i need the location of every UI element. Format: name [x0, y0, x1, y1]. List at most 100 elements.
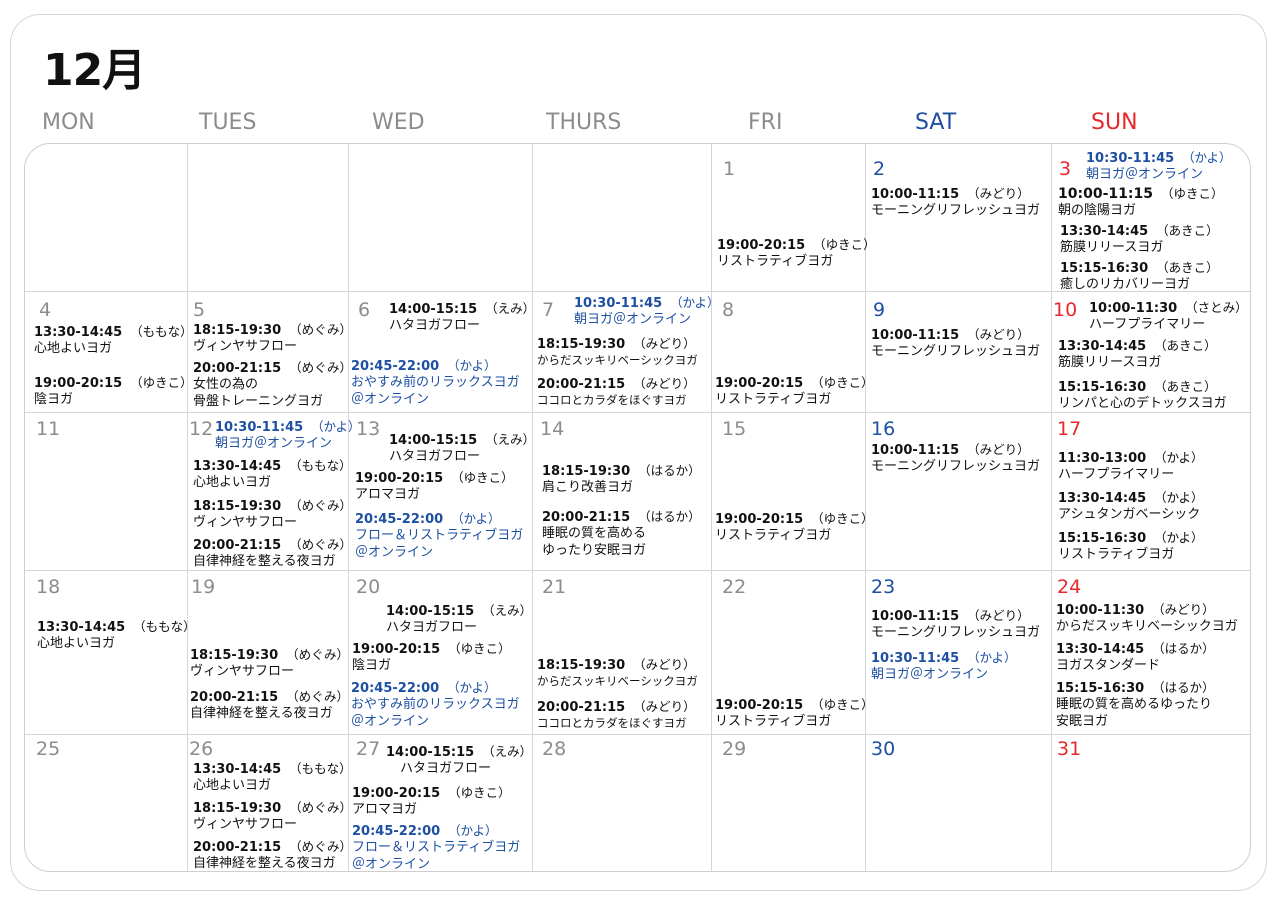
class-time: 18:15-19:30	[190, 648, 279, 663]
class-entry[interactable]: 20:00-21:15 （めぐみ） 自律神経を整える夜ヨガ	[190, 686, 349, 722]
class-time: 20:00-21:15	[193, 538, 282, 553]
class-instructor: （あきこ）	[1154, 338, 1217, 353]
class-time: 20:00-21:15	[193, 840, 282, 855]
class-name: アロマヨガ	[352, 802, 418, 817]
class-name: ヴィンヤサフロー	[193, 339, 298, 354]
class-time: 19:00-20:15	[34, 376, 123, 391]
class-entry[interactable]: 20:45-22:00 （かよ） フロー＆リストラティブヨガ ＠オンライン	[352, 820, 520, 872]
class-entry[interactable]: 18:15-19:30 （みどり） からだスッキリベーシックヨガ	[537, 654, 698, 690]
class-time: 15:15-16:30	[1058, 531, 1147, 546]
class-entry[interactable]: 13:30-14:45 （ももな） 心地よいヨガ	[37, 616, 196, 652]
class-time: 20:00-21:15	[542, 510, 631, 525]
class-name-line2: ＠オンライン	[352, 857, 431, 872]
class-entry[interactable]: 13:30-14:45 （ももな） 心地よいヨガ	[193, 455, 352, 491]
class-name: 女性の為の	[193, 377, 259, 392]
class-name: フロー＆リストラティブヨガ	[355, 528, 524, 543]
class-entry[interactable]: 20:00-21:15 （みどり） ココロとカラダをほぐすヨガ	[537, 696, 696, 732]
class-entry[interactable]: 13:30-14:45 （かよ） アシュタンガベーシック	[1058, 487, 1204, 523]
class-entry[interactable]: 10:00-11:30 （さとみ） ハーフプライマリー	[1089, 297, 1248, 333]
class-instructor: （かよ）	[967, 650, 1017, 665]
class-entry[interactable]: 10:30-11:45 （かよ） 朝ヨガ＠オンライン	[574, 292, 720, 328]
class-instructor: （かよ）	[1154, 490, 1204, 505]
class-entry[interactable]: 19:00-20:15 （ゆきこ） リストラティブヨガ	[715, 694, 874, 730]
class-entry[interactable]: 18:15-19:30 （めぐみ） ヴィンヤサフロー	[190, 644, 349, 680]
class-time: 14:00-15:15	[386, 604, 475, 619]
class-entry[interactable]: 10:00-11:15 （みどり） モーニングリフレッシュヨガ	[871, 439, 1040, 475]
class-name: アロマヨガ	[355, 487, 421, 502]
class-entry[interactable]: 20:45-22:00 （かよ） おやすみ前のリラックスヨガ ＠オンライン	[351, 355, 520, 408]
day-number: 12	[189, 418, 214, 440]
class-entry[interactable]: 20:45-22:00 （かよ） おやすみ前のリラックスヨガ ＠オンライン	[351, 677, 520, 730]
class-entry[interactable]: 15:15-16:30 （はるか） 睡眠の質を高めるゆったり 安眠ヨガ	[1056, 677, 1215, 730]
class-entry[interactable]: 20:00-21:15 （はるか） 睡眠の質を高める ゆったり安眠ヨガ	[542, 506, 701, 559]
day-number: 23	[871, 576, 896, 598]
class-instructor: （えみ）	[482, 603, 533, 618]
class-entry[interactable]: 13:30-14:45 （あきこ） 筋膜リリースヨガ	[1058, 335, 1217, 371]
class-name: リストラティブヨガ	[717, 254, 834, 269]
class-entry[interactable]: 18:15-19:30 （めぐみ） ヴィンヤサフロー	[193, 319, 352, 355]
class-entry[interactable]: 14:00-15:15 （えみ） ハタヨガフロー	[386, 600, 532, 636]
month-title: 12月	[43, 45, 146, 96]
class-name: ハタヨガフロー	[400, 761, 492, 776]
class-entry[interactable]: 18:15-19:30 （みどり） からだスッキリベーシックヨガ	[537, 333, 698, 369]
class-name: 心地よいヨガ	[193, 778, 272, 793]
class-entry[interactable]: 18:15-19:30 （めぐみ） ヴィンヤサフロー	[193, 797, 352, 833]
class-entry[interactable]: 10:00-11:15 （みどり） モーニングリフレッシュヨガ	[871, 324, 1040, 360]
class-instructor: （ゆきこ）	[448, 785, 511, 800]
class-entry[interactable]: 11:30-13:00 （かよ） ハーフプライマリー	[1058, 447, 1204, 483]
class-entry[interactable]: 20:00-21:15 （めぐみ） 自律神経を整える夜ヨガ	[193, 534, 352, 570]
class-entry[interactable]: 18:15-19:30 （はるか） 肩こり改善ヨガ	[542, 460, 701, 496]
class-entry[interactable]: 10:30-11:45 （かよ） 朝ヨガ＠オンライン	[215, 416, 361, 452]
class-instructor: （あきこ）	[1156, 260, 1219, 275]
class-entry[interactable]: 19:00-20:15 （ゆきこ） アロマヨガ	[355, 467, 514, 503]
class-instructor: （みどり）	[967, 327, 1030, 342]
class-instructor: （ゆきこ）	[813, 237, 876, 252]
grid-line	[711, 144, 712, 871]
class-entry[interactable]: 20:45-22:00 （かよ） フロー＆リストラティブヨガ ＠オンライン	[355, 508, 523, 561]
day-number: 26	[189, 738, 214, 760]
class-entry[interactable]: 20:00-21:15 （みどり） ココロとカラダをほぐすヨガ	[537, 373, 696, 409]
class-entry[interactable]: 10:00-11:15 （みどり） モーニングリフレッシュヨガ	[871, 605, 1040, 641]
day-number: 27	[356, 738, 381, 760]
class-name-line2: ＠オンライン	[355, 545, 434, 560]
class-entry[interactable]: 19:00-20:15 （ゆきこ） リストラティブヨガ	[715, 372, 874, 408]
class-entry[interactable]: 15:15-16:30 （あきこ） 癒しのリカバリーヨガ	[1060, 257, 1219, 293]
class-instructor: （かよ）	[1154, 530, 1204, 545]
class-time: 19:00-20:15	[715, 376, 804, 391]
class-name: 筋膜リリースヨガ	[1058, 355, 1162, 370]
class-entry[interactable]: 19:00-20:15 （ゆきこ） リストラティブヨガ	[717, 234, 876, 270]
class-entry[interactable]: 13:30-14:45 （あきこ） 筋膜リリースヨガ	[1060, 220, 1219, 256]
class-name: 朝ヨガ＠オンライン	[871, 667, 989, 682]
class-entry[interactable]: 14:00-15:15 （えみ） ハタヨガフロー	[389, 298, 535, 334]
class-entry[interactable]: 19:00-20:15 （ゆきこ） 陰ヨガ	[34, 372, 193, 408]
class-entry[interactable]: 19:00-20:15 （ゆきこ） アロマヨガ	[352, 782, 511, 818]
class-time: 15:15-16:30	[1060, 261, 1149, 276]
class-time: 19:00-20:15	[717, 238, 806, 253]
class-name: からだスッキリベーシックヨガ	[1056, 619, 1238, 634]
class-name-line2: 安眠ヨガ	[1056, 714, 1109, 729]
class-entry[interactable]: 10:00-11:30 （みどり） からだスッキリベーシックヨガ	[1056, 599, 1238, 635]
class-entry[interactable]: 13:30-14:45 （ももな） 心地よいヨガ	[193, 758, 352, 794]
class-time: 13:30-14:45	[34, 325, 123, 340]
class-name: リストラティブヨガ	[715, 392, 832, 407]
class-instructor: （ゆきこ）	[811, 375, 874, 390]
class-entry[interactable]: 10:00-11:15 （ゆきこ） 朝の陰陽ヨガ	[1058, 183, 1223, 219]
class-entry[interactable]: 18:15-19:30 （めぐみ） ヴィンヤサフロー	[193, 495, 352, 531]
class-name: ハーフプライマリー	[1089, 317, 1206, 332]
class-entry[interactable]: 20:00-21:15 （めぐみ） 女性の為の 骨盤トレーニングヨガ	[193, 357, 352, 410]
class-entry[interactable]: 19:00-20:15 （ゆきこ） リストラティブヨガ	[715, 508, 874, 544]
class-entry[interactable]: 13:30-14:45 （ももな） 心地よいヨガ	[34, 321, 193, 357]
class-entry[interactable]: 10:00-11:15 （みどり） モーニングリフレッシュヨガ	[871, 183, 1040, 219]
class-entry[interactable]: 19:00-20:15 （ゆきこ） 陰ヨガ	[352, 638, 511, 674]
class-entry[interactable]: 15:15-16:30 （かよ） リストラティブヨガ	[1058, 527, 1204, 563]
class-entry[interactable]: 20:00-21:15 （めぐみ） 自律神経を整える夜ヨガ	[193, 836, 352, 871]
grid-line	[25, 570, 1250, 571]
class-entry[interactable]: 15:15-16:30 （あきこ） リンパと心のデトックスヨガ	[1058, 376, 1227, 412]
class-entry[interactable]: 13:30-14:45 （はるか） ヨガスタンダード	[1056, 638, 1215, 674]
class-entry[interactable]: 14:00-15:15 （えみ） ハタヨガフロー	[386, 741, 532, 777]
day-number: 5	[193, 299, 206, 321]
class-instructor: （えみ）	[482, 744, 533, 759]
class-entry[interactable]: 10:30-11:45 （かよ） 朝ヨガ＠オンライン	[871, 647, 1017, 683]
class-entry[interactable]: 10:30-11:45 （かよ） 朝ヨガ＠オンライン	[1086, 147, 1232, 183]
class-entry[interactable]: 14:00-15:15 （えみ） ハタヨガフロー	[389, 429, 535, 465]
